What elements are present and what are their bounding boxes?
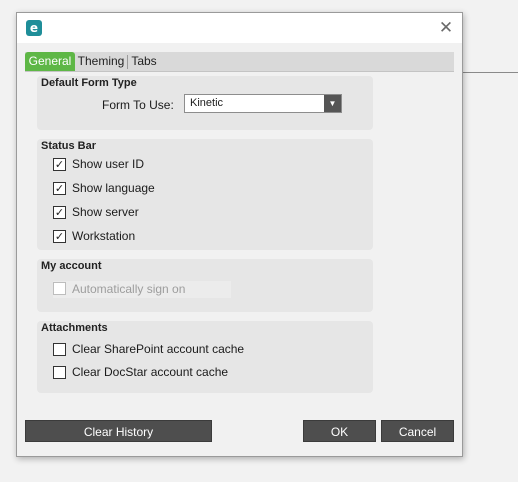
show-server-checkbox[interactable]: ✓ [53,206,66,219]
clear-history-button[interactable]: Clear History [25,420,212,442]
workstation-checkbox[interactable]: ✓ [53,230,66,243]
group-title: Default Form Type [41,77,137,89]
tab-tabs[interactable]: Tabs [129,52,159,71]
clear-docstar-cache-checkbox[interactable] [53,366,66,379]
show-language-label: Show language [72,181,155,195]
ok-button[interactable]: OK [303,420,376,442]
show-server-label: Show server [72,205,139,219]
auto-sign-on-label: Automatically sign on [72,282,186,296]
form-to-use-value: Kinetic [190,97,224,109]
status-bar-group: Status Bar ✓ Show user ID ✓ Show languag… [37,139,373,250]
auto-sign-on-option: Automatically sign on [53,281,231,298]
clear-sharepoint-cache-checkbox[interactable] [53,343,66,356]
attachments-group: Attachments Clear SharePoint account cac… [37,321,373,393]
default-form-type-group: Default Form Type Form To Use: Kinetic ▼ [37,76,373,130]
app-logo-icon: e [26,20,42,36]
title-bar: e ✕ [17,13,462,43]
auto-sign-on-checkbox [53,282,66,295]
show-language-checkbox[interactable]: ✓ [53,182,66,195]
group-title: Status Bar [41,140,97,152]
show-user-id-checkbox[interactable]: ✓ [53,158,66,171]
group-title: Attachments [41,322,108,334]
group-title: My account [41,260,102,272]
cancel-button[interactable]: Cancel [381,420,454,442]
tab-theming[interactable]: Theming [76,52,126,71]
my-account-group: My account Automatically sign on [37,259,373,312]
tab-general[interactable]: General [25,52,75,71]
tab-bar: General Theming Tabs [25,52,454,72]
options-dialog: e ✕ General Theming Tabs Default Form Ty… [16,12,463,457]
background-divider [462,72,518,73]
tab-separator [127,55,128,69]
form-to-use-select[interactable]: Kinetic ▼ [184,94,342,113]
chevron-down-icon[interactable]: ▼ [324,95,341,112]
show-user-id-label: Show user ID [72,157,145,171]
workstation-label: Workstation [72,229,136,243]
form-to-use-label: Form To Use: [102,98,174,112]
clear-sharepoint-cache-label: Clear SharePoint account cache [72,342,245,356]
clear-docstar-cache-label: Clear DocStar account cache [72,365,229,379]
close-icon[interactable]: ✕ [436,18,456,38]
